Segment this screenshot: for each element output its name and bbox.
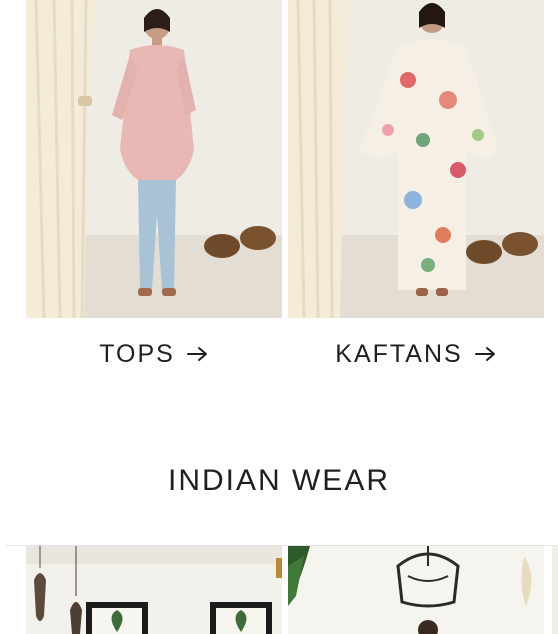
tops-category-image[interactable] [26, 0, 282, 318]
arrow-right-icon [186, 347, 207, 361]
indian-wear-image-1[interactable] [26, 546, 282, 634]
tops-category-label: TOPS [99, 339, 175, 368]
kaftans-category-link[interactable]: KAFTANS [288, 336, 544, 372]
kaftans-category-image[interactable] [288, 0, 544, 318]
arrow-right-icon [474, 347, 495, 361]
section-title-indian-wear: INDIAN WEAR [167, 464, 390, 497]
indian-wear-photo-1 [26, 546, 282, 634]
kaftans-photo [288, 0, 544, 318]
next-card-edge [552, 546, 558, 634]
tops-photo [26, 0, 282, 318]
indian-wear-image-2[interactable] [288, 546, 544, 634]
indian-wear-photo-2 [288, 546, 544, 634]
kaftans-category-label: KAFTANS [335, 339, 463, 368]
tops-category-link[interactable]: TOPS [26, 336, 282, 372]
